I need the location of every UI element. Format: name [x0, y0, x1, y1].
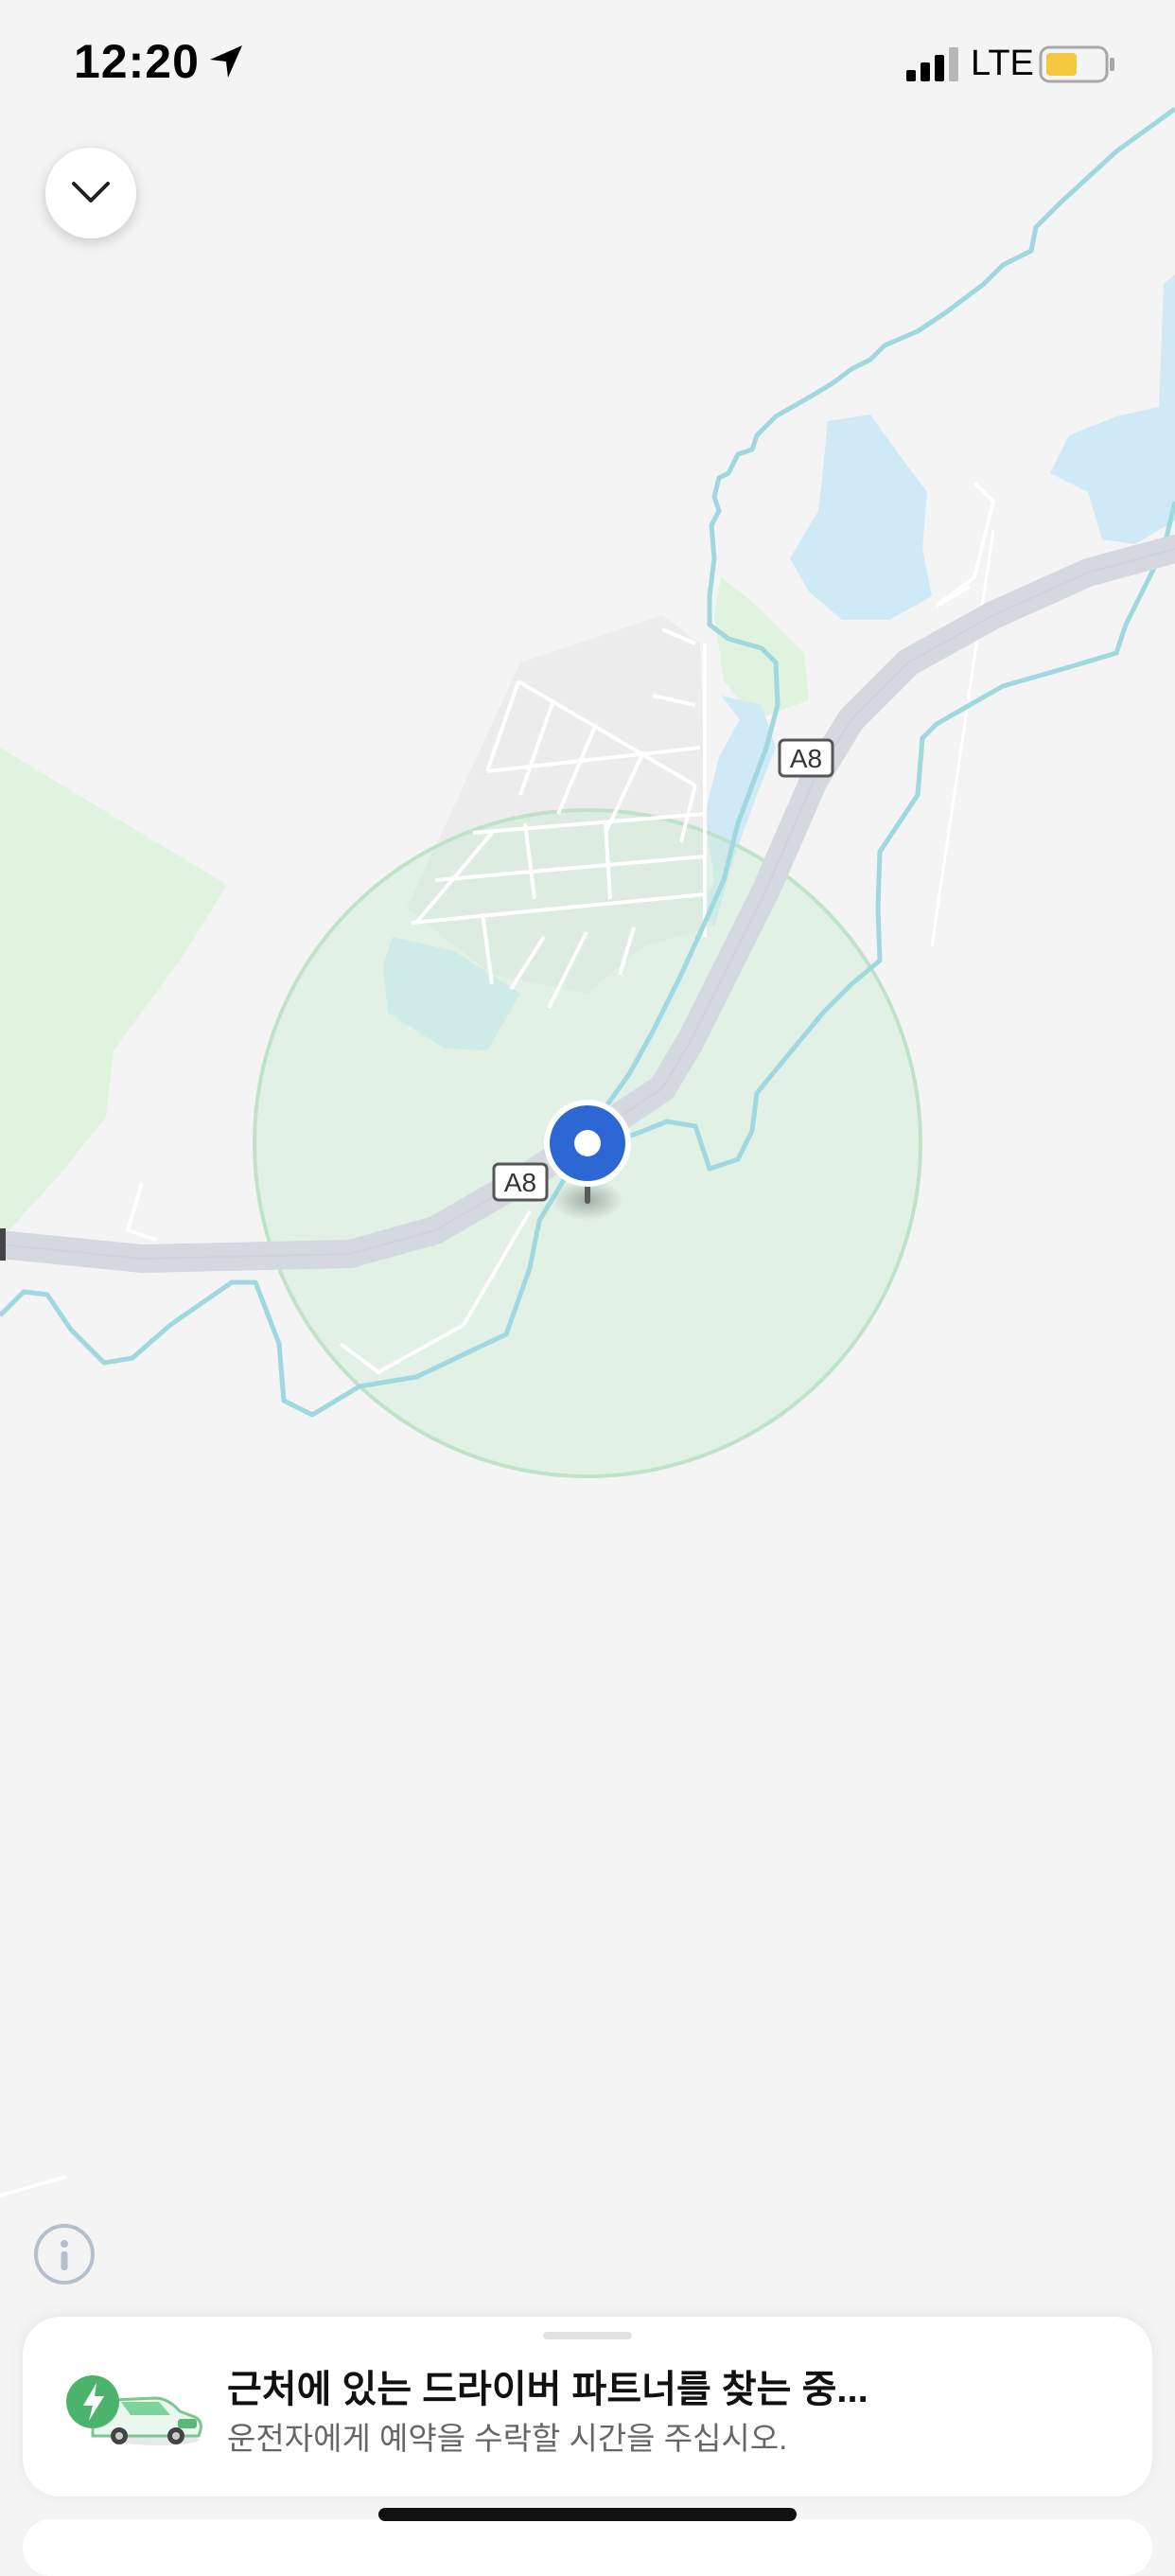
- battery-icon: [1039, 45, 1114, 83]
- map[interactable]: A8 A8: [0, 0, 1175, 2544]
- location-arrow-icon: [210, 45, 242, 78]
- secondary-card[interactable]: [23, 2519, 1152, 2576]
- sheet-drag-handle[interactable]: [543, 2332, 632, 2339]
- collapse-button[interactable]: [45, 148, 136, 238]
- road-shield-label: A8: [790, 744, 822, 773]
- road-shield-a8-north: A8: [778, 738, 834, 778]
- cellular-signal-icon: [906, 47, 958, 81]
- chevron-down-icon: [72, 182, 110, 203]
- pickup-location-pin: [544, 1100, 631, 1221]
- road-shield-label: A8: [504, 1168, 536, 1197]
- status-subtitle: 운전자에게 예약을 수락할 시간을 주십시오.: [227, 2421, 788, 2456]
- green-car-lightning-icon: [66, 2375, 202, 2445]
- status-bar: 12:20 LTE: [0, 0, 1175, 123]
- status-time: 12:20: [74, 35, 200, 88]
- road-shield-a8-west: A8: [492, 1162, 549, 1202]
- info-icon: [61, 2240, 68, 2270]
- status-card[interactable]: 근처에 있는 드라이버 파트너를 찾는 중... 운전자에게 예약을 수락할 시…: [23, 2317, 1152, 2497]
- network-type: LTE: [971, 44, 1034, 83]
- info-button[interactable]: [34, 2224, 95, 2285]
- status-title: 근처에 있는 드라이버 파트너를 찾는 중...: [227, 2369, 868, 2410]
- home-indicator[interactable]: [378, 2508, 797, 2521]
